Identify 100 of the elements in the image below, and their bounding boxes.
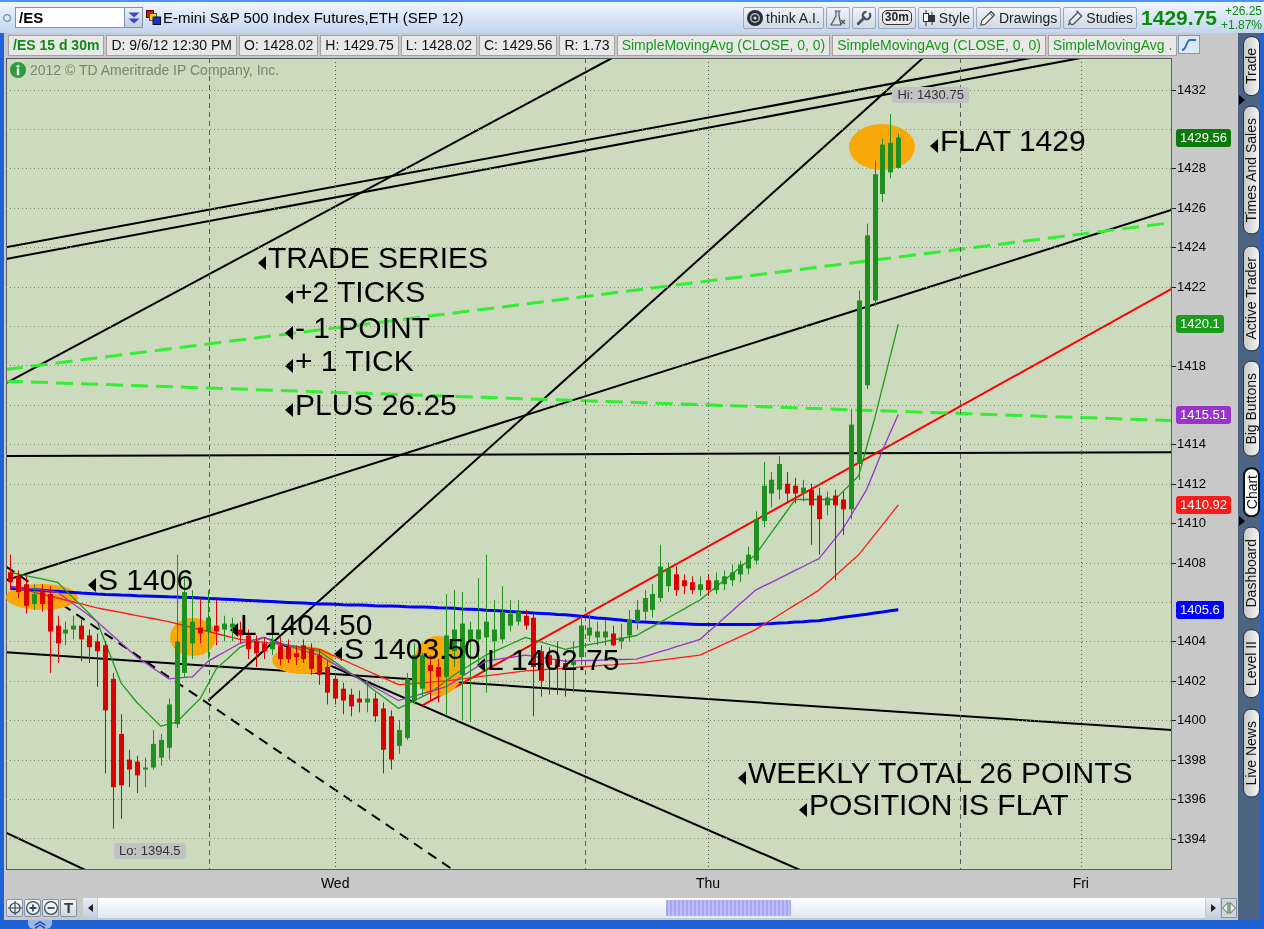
candlestick [206, 589, 211, 660]
triangle-icon [1239, 95, 1245, 106]
axis-label: Wed [319, 875, 351, 891]
candlestick [214, 599, 219, 646]
scroll-right-button[interactable] [1206, 897, 1220, 918]
candlestick [516, 599, 521, 627]
toolbar-button[interactable]: think A.I. [743, 6, 824, 29]
right-triangle-icon [1210, 903, 1216, 912]
pointer-icon [334, 647, 342, 661]
data-readout: R: 1.73 [559, 35, 615, 56]
candlestick [167, 698, 172, 761]
curve-button[interactable] [1178, 35, 1200, 54]
dropdown-button[interactable] [124, 7, 143, 28]
candlestick [349, 688, 354, 717]
interval-button[interactable]: 30m [877, 6, 916, 29]
chevron-tab[interactable] [28, 920, 52, 929]
scrollbar[interactable] [98, 897, 1205, 918]
candlestick [32, 583, 37, 611]
toolbar-button[interactable]: Studies [1063, 6, 1138, 29]
side-tab[interactable]: Chart [1243, 466, 1260, 517]
candlestick [238, 621, 243, 644]
candlestick [8, 554, 13, 591]
pencil-icon [979, 9, 996, 26]
pointer-icon [285, 359, 293, 373]
candlestick [841, 491, 846, 536]
candlestick [698, 575, 703, 597]
axis-label: Fri [1071, 875, 1090, 891]
axis-label: 1404 [1177, 633, 1206, 650]
crosshair-button[interactable] [6, 898, 23, 917]
candlestick [24, 575, 29, 615]
candlestick [658, 544, 663, 603]
candlestick [769, 471, 774, 508]
data-readout: C: 1429.56 [479, 35, 558, 56]
ring-icon [3, 13, 11, 22]
zoom-out-button[interactable] [42, 898, 59, 917]
candlestick [143, 757, 148, 788]
pointer-icon [285, 403, 293, 417]
candlestick [333, 672, 338, 705]
crosshair-icon [7, 900, 22, 915]
percent-change: +1.87% [1220, 17, 1262, 32]
axis-label: 1394 [1177, 830, 1206, 847]
axis-label: 1396 [1177, 791, 1206, 807]
candlestick [611, 625, 616, 647]
candlestick [801, 479, 806, 502]
axis-label: 1412 [1177, 475, 1206, 492]
candlestick [159, 733, 164, 767]
axis-label: 1398 [1177, 751, 1206, 768]
toolbar-button[interactable]: Drawings [975, 6, 1062, 29]
side-tab[interactable]: Level II [1243, 629, 1260, 699]
candlestick [635, 599, 640, 631]
axis-label: 1422 [1177, 278, 1206, 295]
price-bubble: 1415.51 [1176, 405, 1231, 424]
data-readout: L: 1428.02 [400, 35, 477, 56]
candlestick [373, 692, 378, 723]
zoom-in-button[interactable] [24, 898, 41, 917]
candlestick [666, 562, 671, 593]
side-tab[interactable]: Live News [1243, 708, 1260, 798]
candlestick [301, 638, 306, 664]
high-price-callout: Hi: 1430.75 [892, 87, 969, 104]
double-triangle-icon [1222, 901, 1236, 914]
text-tool-button[interactable]: T [60, 898, 77, 917]
candlestick [357, 690, 362, 713]
side-tab[interactable]: Times And Sales [1243, 106, 1260, 235]
side-tab[interactable]: Big Buttons [1243, 361, 1260, 457]
candlestick [682, 573, 687, 595]
candlestick [896, 133, 901, 169]
candlestick [603, 619, 608, 646]
axis-label: 1400 [1177, 712, 1206, 729]
pointer-icon [930, 139, 938, 153]
candlestick [56, 615, 61, 664]
candlestick [730, 564, 735, 587]
side-tab[interactable]: Trade [1243, 36, 1260, 97]
flask-button[interactable] [825, 6, 850, 29]
symbol-field[interactable]: /ES [15, 7, 124, 28]
data-readout: O: 1428.02 [239, 35, 319, 56]
candlestick [198, 597, 203, 644]
candlestick [880, 138, 885, 203]
pointer-icon [285, 326, 293, 340]
pointer-icon [285, 290, 293, 304]
candlestick [294, 644, 299, 666]
wrench-button[interactable] [851, 6, 876, 29]
scroll-thumb[interactable] [666, 899, 791, 916]
symbol-label: /ES 15 d 30m [8, 35, 105, 56]
candlestick [714, 571, 719, 595]
axis-label: 1432 [1177, 81, 1206, 98]
wrench-icon [855, 9, 872, 26]
candlestick [16, 569, 21, 599]
side-tab[interactable]: Dashboard [1243, 526, 1260, 620]
zoom-in-icon [25, 900, 40, 915]
candlestick [365, 680, 370, 713]
candlestick [595, 621, 600, 646]
copyright-text: 2012 © TD Ameritrade IP Company, Inc. [30, 62, 280, 78]
candlestick [587, 613, 592, 642]
scroll-left-button[interactable] [83, 897, 97, 918]
candlestick [87, 629, 92, 664]
price-bubble: 1429.56 [1176, 128, 1231, 147]
candlestick [793, 477, 798, 504]
side-tab[interactable]: Active Trader [1243, 244, 1260, 352]
toolbar-button[interactable]: Style [917, 6, 974, 29]
candlestick [809, 483, 814, 546]
